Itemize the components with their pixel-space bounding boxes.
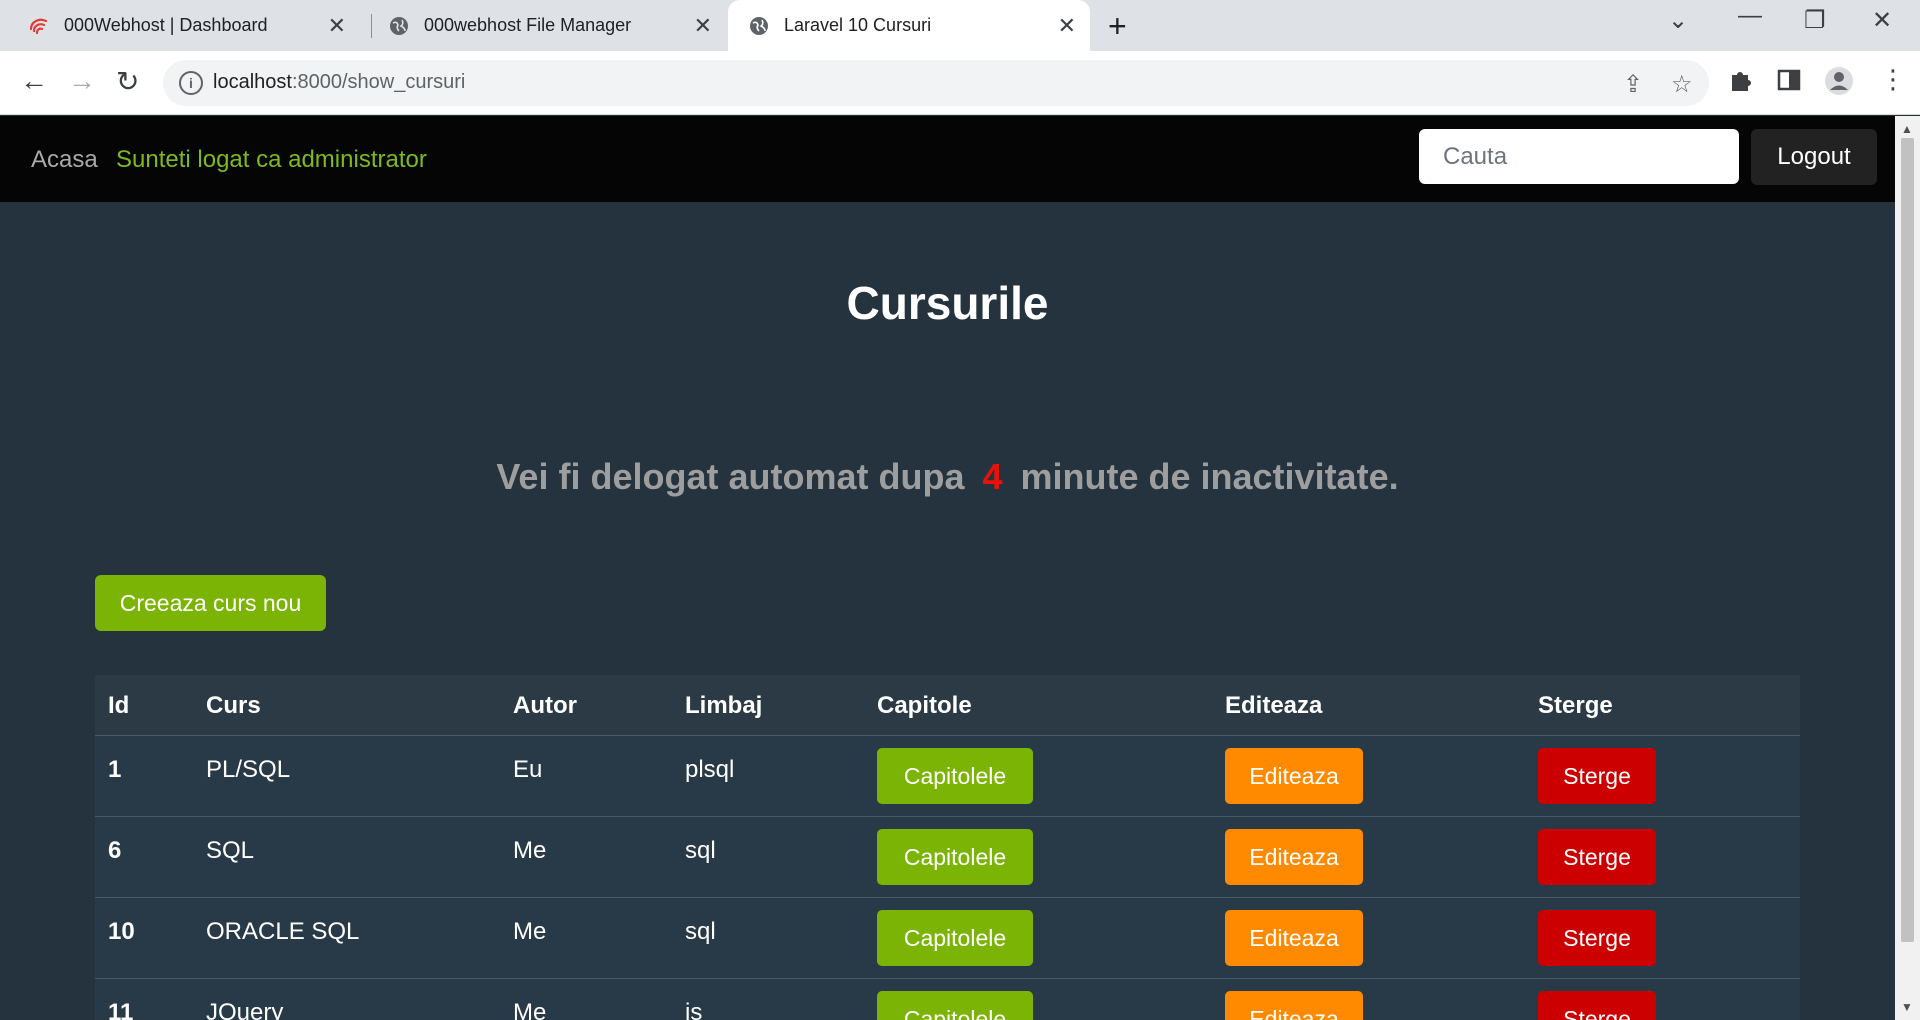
url-text[interactable]: localhost:8000/show_cursuri (213, 71, 465, 94)
create-course-button[interactable]: Creeaza curs nou (95, 575, 326, 631)
tab-title: 000webhost File Manager (424, 15, 632, 35)
scroll-down-arrow-icon[interactable]: ▼ (1901, 1000, 1913, 1014)
capitolele-button[interactable]: Capitolele (877, 991, 1033, 1020)
header-sterge: Sterge (1538, 692, 1613, 719)
000webhost-logo-icon (28, 15, 50, 37)
sterge-button[interactable]: Sterge (1538, 910, 1656, 966)
restore-icon[interactable]: ❐ (1804, 6, 1826, 35)
browser-toolbar: ← → ↻ i localhost:8000/show_cursuri ⇪ ☆ (0, 51, 1920, 115)
nav-home-link[interactable]: Acasa (31, 146, 98, 174)
globe-icon (748, 15, 770, 37)
editeaza-button[interactable]: Editeaza (1225, 991, 1363, 1020)
cell-id: 6 (108, 837, 122, 864)
cell-id: 11 (108, 999, 134, 1020)
editeaza-button[interactable]: Editeaza (1225, 748, 1363, 804)
page-content: Acasa Sunteti logat ca administrator Log… (0, 116, 1895, 1020)
tab-laravel-cursuri[interactable]: Laravel 10 Cursuri ✕ (728, 0, 1090, 51)
close-window-icon[interactable]: ✕ (1872, 6, 1892, 35)
header-id: Id (108, 692, 130, 719)
close-tab-icon[interactable]: ✕ (1058, 13, 1076, 39)
header-capitole: Capitole (877, 692, 972, 719)
capitolele-button[interactable]: Capitolele (877, 748, 1033, 804)
header-curs: Curs (206, 692, 261, 719)
bookmark-star-icon[interactable]: ☆ (1671, 70, 1693, 99)
site-info-icon[interactable]: i (179, 71, 203, 95)
inactivity-notice: Vei fi delogat automat dupa 4 minute de in… (0, 456, 1895, 498)
back-icon[interactable]: ← (20, 65, 48, 97)
new-tab-icon[interactable]: + (1108, 8, 1127, 45)
tab-000webhost-dashboard[interactable]: 000Webhost | Dashboard ✕ (28, 0, 360, 51)
share-icon[interactable]: ⇪ (1623, 70, 1643, 99)
cell-limbaj: plsql (685, 756, 735, 783)
cell-curs: SQL (206, 837, 255, 864)
side-panel-icon[interactable] (1776, 67, 1802, 100)
header-limbaj: Limbaj (685, 692, 763, 719)
cell-autor: Me (513, 999, 547, 1020)
reload-icon[interactable]: ↻ (116, 65, 139, 98)
cell-id: 10 (108, 918, 135, 945)
sterge-button[interactable]: Sterge (1538, 991, 1656, 1020)
notice-text-after: minute de inactivitate. (1020, 456, 1399, 497)
table-row: 10 ORACLE SQL Me sql Capitolele Editeaza… (95, 898, 1800, 979)
table-header: Id Curs Autor Limbaj Capitole Editeaza S… (95, 675, 1800, 736)
search-input[interactable] (1419, 129, 1739, 184)
table-row: 11 JQuery Me js Capitolele Editeaza Ster… (95, 979, 1800, 1020)
tab-title: 000Webhost | Dashboard (64, 15, 268, 35)
editeaza-button[interactable]: Editeaza (1225, 910, 1363, 966)
page-scrollbar[interactable]: ▲ ▼ (1895, 116, 1920, 1020)
tab-separator (371, 14, 372, 38)
countdown-minutes: 4 (982, 456, 1003, 497)
extensions-icon[interactable] (1728, 67, 1754, 100)
close-tab-icon[interactable]: ✕ (694, 13, 712, 39)
cell-autor: Me (513, 918, 547, 945)
tab-search-chevron-icon[interactable]: ⌄ (1668, 6, 1688, 35)
scroll-up-arrow-icon[interactable]: ▲ (1901, 122, 1913, 136)
header-autor: Autor (513, 692, 577, 719)
forward-icon[interactable]: → (68, 65, 96, 97)
editeaza-button[interactable]: Editeaza (1225, 829, 1363, 885)
scrollbar-thumb[interactable] (1901, 138, 1914, 942)
cell-limbaj: sql (685, 918, 716, 945)
cell-curs: ORACLE SQL (206, 918, 360, 945)
close-tab-icon[interactable]: ✕ (328, 13, 346, 39)
sterge-button[interactable]: Sterge (1538, 748, 1656, 804)
capitolele-button[interactable]: Capitolele (877, 910, 1033, 966)
logout-button[interactable]: Logout (1751, 129, 1877, 185)
header-editeaza: Editeaza (1225, 692, 1323, 719)
site-navbar: Acasa Sunteti logat ca administrator Log… (0, 116, 1895, 202)
cell-autor: Me (513, 837, 547, 864)
table-row: 6 SQL Me sql Capitolele Editeaza Sterge (95, 817, 1800, 898)
logged-in-status: Sunteti logat ca administrator (116, 146, 427, 173)
profile-avatar-icon[interactable] (1824, 66, 1854, 103)
sterge-button[interactable]: Sterge (1538, 829, 1656, 885)
capitolele-button[interactable]: Capitolele (877, 829, 1033, 885)
courses-table: Id Curs Autor Limbaj Capitole Editeaza S… (95, 675, 1800, 1020)
cell-curs: PL/SQL (206, 756, 291, 783)
tab-title: Laravel 10 Cursuri (784, 15, 932, 35)
cell-limbaj: js (685, 999, 703, 1020)
cell-curs: JQuery (206, 999, 284, 1020)
cell-autor: Eu (513, 756, 543, 783)
cell-limbaj: sql (685, 837, 716, 864)
address-bar[interactable]: i localhost:8000/show_cursuri ⇪ ☆ (163, 60, 1709, 106)
browser-tab-bar: 000Webhost | Dashboard ✕ 000webhost File… (0, 0, 1920, 51)
browser-menu-icon[interactable]: ⋮ (1880, 64, 1906, 95)
table-row: 1 PL/SQL Eu plsql Capitolele Editeaza St… (95, 736, 1800, 817)
minimize-icon[interactable]: — (1738, 2, 1762, 30)
globe-icon (388, 15, 410, 37)
cell-id: 1 (108, 756, 122, 783)
page-title: Cursurile (846, 277, 1049, 329)
tab-file-manager[interactable]: 000webhost File Manager ✕ (388, 0, 726, 51)
notice-text-before: Vei fi delogat automat dupa (496, 456, 965, 497)
